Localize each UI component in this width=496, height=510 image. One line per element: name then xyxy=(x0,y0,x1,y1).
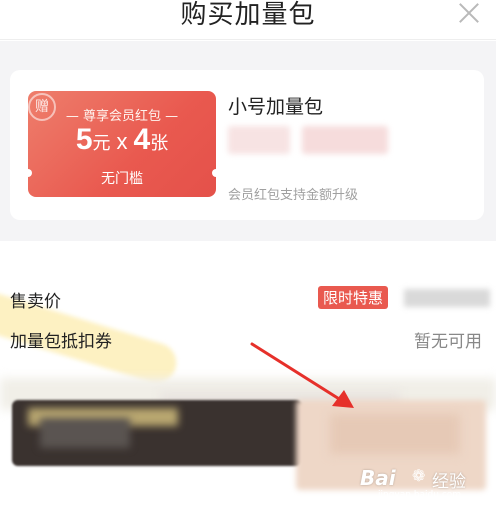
member-red-packet-coupon: 赠 — 尊享会员红包 — 5元 x 4张 无门槛 xyxy=(28,91,216,197)
close-icon[interactable] xyxy=(456,0,482,26)
coupon-amount: 5元 x 4张 xyxy=(28,123,216,157)
voucher-label: 加量包抵扣券 xyxy=(10,332,112,352)
coupon-amount-unit: 元 xyxy=(92,133,111,153)
coupon-count-value: 4 xyxy=(133,123,151,156)
coupon-times: x xyxy=(116,129,128,154)
blurred-price xyxy=(404,289,490,307)
package-name: 小号加量包 xyxy=(228,96,324,118)
blurred-content xyxy=(330,414,460,454)
voucher-value: 暂无可用 xyxy=(414,332,482,352)
baidu-jingyan-watermark: Bai ❁ 经验 jingyan.baidu.com xyxy=(360,466,490,502)
coupon-subtitle: — 尊享会员红包 — xyxy=(65,109,179,124)
watermark-label: 经验 xyxy=(432,472,466,492)
package-description: 会员红包支持金额升级 xyxy=(228,188,359,203)
red-arrow-icon xyxy=(250,342,354,408)
promo-badge: 限时特惠 xyxy=(318,286,389,309)
blurred-content xyxy=(302,126,388,154)
dialog-title: 购买加量包 xyxy=(180,0,316,30)
price-label: 售卖价 xyxy=(10,292,61,312)
price-row: 售卖价 限时特惠 xyxy=(0,283,496,313)
watermark-brand: Bai xyxy=(360,466,396,490)
coupon-count-unit: 张 xyxy=(150,133,169,153)
watermark-url: jingyan.baidu.com xyxy=(378,490,462,500)
paw-icon: ❁ xyxy=(412,466,426,485)
coupon-notch-right xyxy=(212,169,216,177)
blurred-content xyxy=(40,418,130,448)
coupon-amount-value: 5 xyxy=(75,123,93,156)
coupon-note: 无门槛 xyxy=(101,171,143,187)
blurred-content xyxy=(228,126,290,154)
dialog-header: 购买加量包 xyxy=(0,0,496,40)
